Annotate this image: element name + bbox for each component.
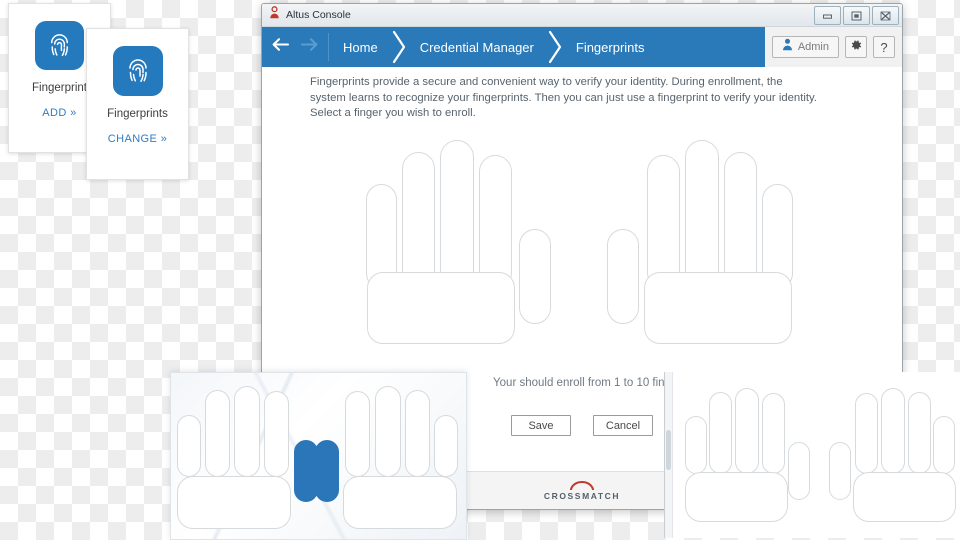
help-button[interactable]: ? <box>873 36 895 58</box>
left-index[interactable] <box>479 155 512 289</box>
user-icon <box>782 38 793 56</box>
right-index[interactable] <box>647 155 680 289</box>
right-hand-preview <box>301 378 466 533</box>
toolbar: Admin ? <box>764 27 902 67</box>
chevron-right-icon <box>392 27 406 67</box>
right-palm[interactable] <box>644 272 792 344</box>
left-index[interactable] <box>762 393 785 474</box>
breadcrumb-item-fingerprints[interactable]: Fingerprints <box>562 27 659 67</box>
left-hand <box>366 122 576 357</box>
card-label: Fingerprints <box>107 108 168 120</box>
chevron-right-icon <box>548 27 562 67</box>
right-thumb[interactable] <box>607 229 639 324</box>
close-icon[interactable] <box>872 6 899 25</box>
left-middle[interactable] <box>440 140 474 289</box>
left-ring[interactable] <box>402 152 435 289</box>
fingerprint-change-card[interactable]: Fingerprints CHANGE » <box>86 28 189 180</box>
card-change-link[interactable]: CHANGE » <box>108 133 167 145</box>
hands-preview-window <box>664 372 960 538</box>
settings-button[interactable] <box>845 36 867 58</box>
intro-text: Fingerprints provide a secure and conven… <box>310 76 817 119</box>
right-index[interactable] <box>855 393 878 474</box>
right-thumb[interactable] <box>829 442 851 500</box>
crossmatch-logo: CROSSMATCH <box>543 480 621 501</box>
right-ring[interactable] <box>724 152 757 289</box>
right-palm[interactable] <box>343 476 457 529</box>
left-middle[interactable] <box>735 388 759 474</box>
card-label: Fingerprint <box>32 82 87 94</box>
gear-icon <box>849 38 863 57</box>
right-pinky[interactable] <box>933 416 955 474</box>
admin-button[interactable]: Admin <box>771 36 839 58</box>
left-index[interactable] <box>264 391 289 477</box>
arrow-left-icon[interactable] <box>271 37 290 57</box>
left-thumb[interactable] <box>519 229 551 324</box>
breadcrumb-item-credential-manager[interactable]: Credential Manager <box>406 27 548 67</box>
hands-selector <box>262 122 902 362</box>
help-label: ? <box>880 39 888 55</box>
scrollbar-thumb[interactable] <box>666 430 671 470</box>
minimize-icon[interactable] <box>814 6 841 25</box>
left-hand-preview <box>683 384 833 534</box>
navigation-bar: Home Credential Manager Fingerprints Adm… <box>262 27 902 67</box>
right-middle[interactable] <box>881 388 905 474</box>
breadcrumb-item-home[interactable]: Home <box>329 27 392 67</box>
right-hand-preview <box>821 384 960 534</box>
card-add-link[interactable]: ADD » <box>42 107 76 119</box>
user-red-icon <box>269 6 280 24</box>
maximize-icon[interactable] <box>843 6 870 25</box>
right-middle[interactable] <box>375 386 401 477</box>
left-thumb[interactable] <box>788 442 810 500</box>
right-middle[interactable] <box>685 140 719 289</box>
breadcrumb-end-arrow <box>658 27 685 67</box>
crossmatch-wordmark: CROSSMATCH <box>543 491 621 501</box>
left-pinky[interactable] <box>177 415 201 477</box>
left-palm[interactable] <box>367 272 515 344</box>
crossmatch-arc-icon <box>569 480 595 491</box>
right-palm[interactable] <box>853 472 956 522</box>
left-palm[interactable] <box>685 472 788 522</box>
arrow-right-icon[interactable] <box>300 37 319 57</box>
left-palm[interactable] <box>177 476 291 529</box>
admin-label: Admin <box>797 41 829 53</box>
nav-arrows <box>262 27 328 67</box>
title-bar: Altus Console <box>262 4 902 27</box>
cancel-button[interactable]: Cancel <box>593 415 653 436</box>
window-title: Altus Console <box>286 9 351 21</box>
left-middle[interactable] <box>234 386 260 477</box>
thumb-selection-preview-window <box>170 372 467 540</box>
left-ring[interactable] <box>205 390 230 477</box>
right-ring[interactable] <box>405 390 430 477</box>
left-ring[interactable] <box>709 392 732 474</box>
window-controls <box>814 6 899 25</box>
left-pinky[interactable] <box>685 416 707 474</box>
right-pinky[interactable] <box>434 415 458 477</box>
fingerprint-icon <box>35 21 84 70</box>
right-ring[interactable] <box>908 392 931 474</box>
right-index[interactable] <box>345 391 370 477</box>
save-button[interactable]: Save <box>511 415 571 436</box>
scrollbar-track[interactable] <box>665 372 673 538</box>
breadcrumb: Home Credential Manager Fingerprints <box>329 27 685 67</box>
right-hand <box>599 122 809 357</box>
fingerprint-icon <box>112 46 163 96</box>
right-thumb[interactable] <box>315 440 339 502</box>
